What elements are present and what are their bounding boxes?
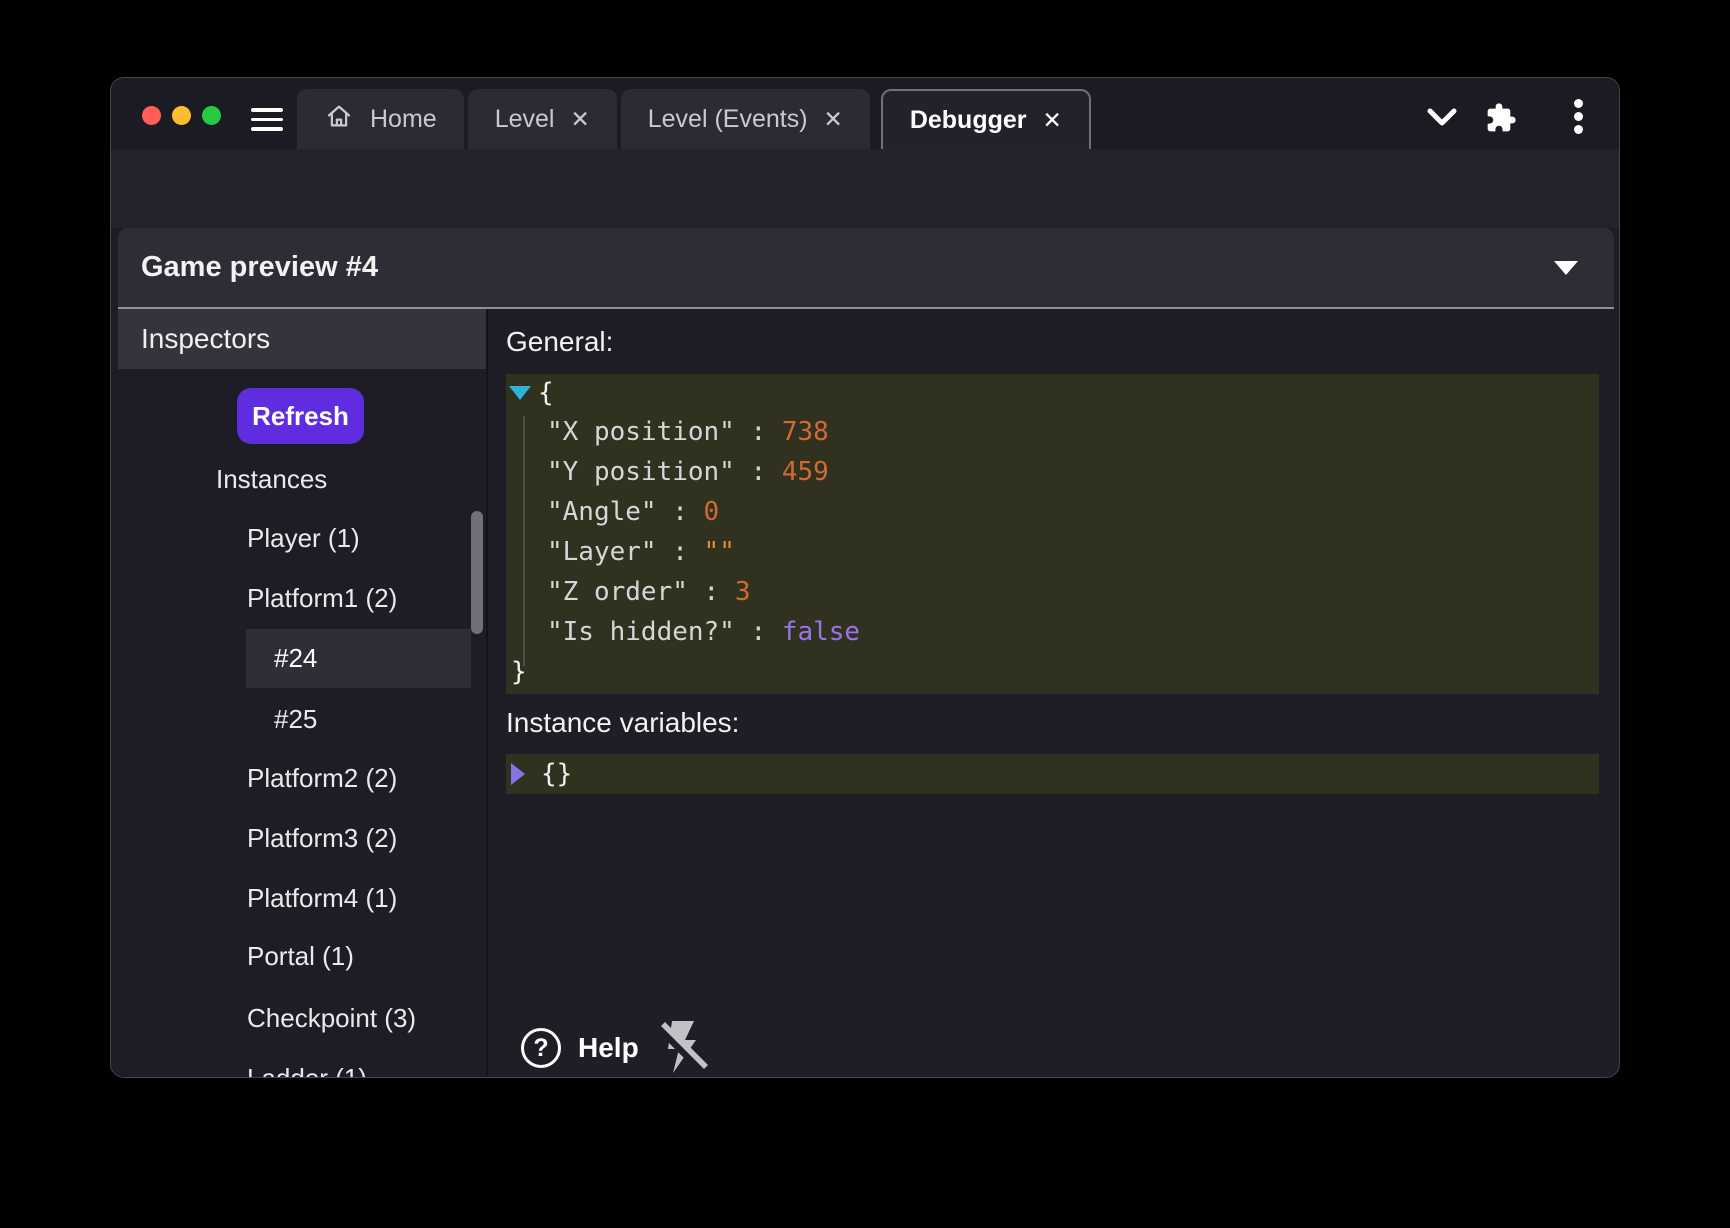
sidebar-item-checkpoint[interactable]: Checkpoint (3) — [247, 1003, 416, 1033]
kebab-menu-icon[interactable] — [1574, 99, 1584, 135]
tab-home[interactable]: Home — [297, 89, 464, 149]
tab-label: Debugger — [910, 106, 1027, 135]
tree-collapse-caret-icon[interactable] — [509, 386, 531, 400]
general-json-panel: { "X position" : 738 "Y position" : 459 … — [506, 374, 1599, 694]
tab-level-events[interactable]: Level (Events) ✕ — [621, 89, 870, 149]
json-value: false — [782, 617, 860, 647]
sidebar-item-player[interactable]: Player (1) — [247, 523, 360, 553]
json-value: 3 — [735, 577, 751, 607]
json-value: 738 — [782, 417, 829, 447]
json-row-z-order: "Z order" : 3 — [506, 572, 1599, 612]
json-value: 0 — [704, 497, 720, 527]
tab-debugger[interactable]: Debugger ✕ — [881, 89, 1091, 149]
sidebar-item-24-selected[interactable]: #24 — [246, 629, 471, 688]
inspector-detail-panel: General: { "X position" : 738 "Y positio… — [488, 309, 1612, 1077]
app-window: Home Level ✕ Level (Events) ✕ Debugger ✕ — [110, 77, 1620, 1078]
tab-label: Home — [370, 105, 437, 134]
flash-off-icon[interactable] — [656, 1017, 708, 1077]
tree-expand-caret-icon[interactable] — [511, 763, 525, 785]
sidebar-item-platform3[interactable]: Platform3 (2) — [247, 823, 397, 853]
close-window-button[interactable] — [142, 106, 161, 125]
sidebar-item-instances[interactable]: Instances — [216, 464, 327, 494]
tab-strip: Home Level ✕ Level (Events) ✕ Debugger ✕ — [297, 89, 1091, 149]
zoom-window-button[interactable] — [202, 106, 221, 125]
title-bar: Home Level ✕ Level (Events) ✕ Debugger ✕ — [111, 78, 1619, 149]
json-row-y-position: "Y position" : 459 — [506, 452, 1599, 492]
game-preview-selector[interactable]: Game preview #4 — [118, 228, 1614, 309]
sidebar-item-platform2[interactable]: Platform2 (2) — [247, 763, 397, 793]
tab-label: Level — [495, 105, 555, 134]
home-icon — [324, 101, 354, 138]
close-icon[interactable]: ✕ — [570, 108, 589, 131]
game-preview-title: Game preview #4 — [141, 251, 378, 284]
sidebar-header: Inspectors — [118, 309, 486, 369]
json-key: "Z order" — [547, 577, 688, 607]
minimize-window-button[interactable] — [172, 106, 191, 125]
close-icon[interactable]: ✕ — [1043, 109, 1062, 132]
puzzle-extensions-icon[interactable] — [1485, 102, 1517, 139]
json-row-is-hidden: "Is hidden?" : false — [506, 612, 1599, 652]
json-key: "Y position" — [547, 457, 735, 487]
json-row-angle: "Angle" : 0 — [506, 492, 1599, 532]
json-key: "Is hidden?" — [547, 617, 735, 647]
json-key: "Angle" — [547, 497, 657, 527]
instance-variables-label: Instance variables: — [506, 707, 739, 739]
hamburger-menu-icon[interactable] — [251, 108, 283, 132]
open-brace: { — [538, 373, 554, 413]
tab-level[interactable]: Level ✕ — [468, 89, 617, 149]
caret-down-icon — [1554, 261, 1578, 275]
json-key: "Layer" — [547, 537, 657, 567]
refresh-button[interactable]: Refresh — [237, 388, 364, 444]
json-key: "X position" — [547, 417, 735, 447]
sidebar-item-platform4[interactable]: Platform4 (1) — [247, 883, 397, 913]
general-section-label: General: — [506, 326, 613, 358]
sidebar-item-portal[interactable]: Portal (1) — [247, 941, 354, 971]
sidebar-item-25[interactable]: #25 — [274, 704, 317, 734]
help-button-label: Help — [578, 1032, 639, 1064]
sidebar-item-label: #24 — [274, 643, 317, 674]
tab-label: Level (Events) — [648, 105, 808, 134]
sidebar-item-ladder[interactable]: Ladder (1) — [247, 1063, 367, 1078]
inspectors-sidebar: Inspectors Refresh Instances Player (1) … — [118, 309, 488, 1078]
json-value: 459 — [782, 457, 829, 487]
question-circle-icon: ? — [521, 1028, 561, 1068]
empty-object-value: {} — [541, 759, 572, 789]
sidebar-item-platform1[interactable]: Platform1 (2) — [247, 583, 397, 613]
close-icon[interactable]: ✕ — [824, 108, 843, 131]
desktop-background: Home Level ✕ Level (Events) ✕ Debugger ✕ — [0, 0, 1730, 1228]
sidebar-scrollbar-thumb[interactable] — [471, 511, 483, 634]
json-row-x-position: "X position" : 738 — [506, 412, 1599, 452]
instance-variables-json-panel: {} — [506, 754, 1599, 794]
sidebar-body: Refresh Instances Player (1) Platform1 (… — [118, 369, 484, 1078]
json-row-layer: "Layer" : "" — [506, 532, 1599, 572]
sidebar-header-label: Inspectors — [141, 323, 270, 355]
json-value: "" — [704, 537, 735, 567]
help-button[interactable]: ? Help — [521, 1024, 639, 1072]
indent-guide-line — [523, 416, 525, 666]
chevron-down-icon[interactable] — [1427, 108, 1457, 133]
debugger-toolbar: Pause — [111, 149, 1619, 228]
